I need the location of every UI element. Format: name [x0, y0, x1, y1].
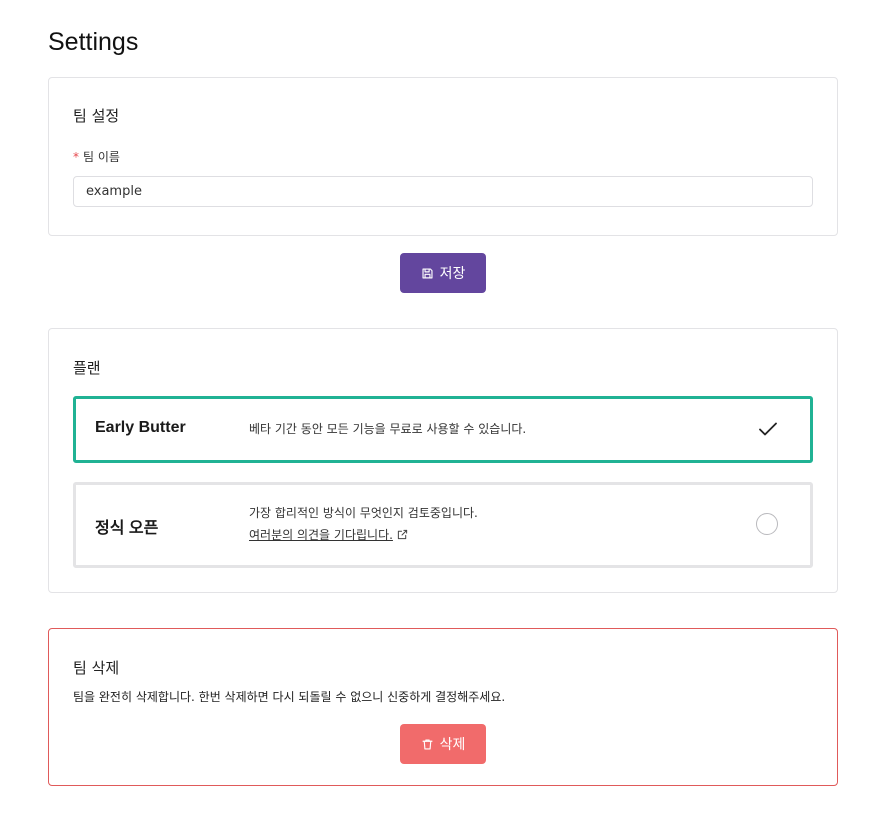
feedback-link[interactable]: 여러분의 의견을 기다립니다. [249, 524, 478, 546]
delete-button[interactable]: 삭제 [400, 724, 486, 764]
delete-team-description: 팀을 완전히 삭제합니다. 한번 삭제하면 다시 되돌릴 수 없으니 신중하게 … [73, 690, 506, 704]
team-name-label: * 팀 이름 [73, 148, 120, 165]
team-name-label-text: 팀 이름 [83, 150, 120, 164]
external-link-icon [397, 529, 408, 540]
plan-description: 베타 기간 동안 모든 기능을 무료로 사용할 수 있습니다. [249, 422, 527, 436]
check-icon [759, 422, 777, 436]
feedback-link-text[interactable]: 여러분의 의견을 기다립니다. [249, 528, 393, 542]
save-button-label: 저장 [439, 266, 466, 282]
save-button[interactable]: 저장 [400, 253, 486, 293]
plan-description-text: 가장 합리적인 방식이 무엇인지 검토중입니다. [249, 506, 478, 520]
team-name-input[interactable] [73, 176, 813, 207]
plan-title: 플랜 [73, 359, 101, 377]
plan-radio[interactable] [756, 513, 778, 535]
plan-card: 플랜 Early Butter 베타 기간 동안 모든 기능을 무료로 사용할 … [48, 328, 838, 593]
delete-team-title: 팀 삭제 [73, 659, 120, 677]
plan-name: 정식 오픈 [95, 520, 159, 537]
delete-team-card: 팀 삭제 팀을 완전히 삭제합니다. 한번 삭제하면 다시 되돌릴 수 없으니 … [48, 628, 838, 786]
page-title: Settings [48, 28, 139, 56]
plan-option-early-butter[interactable]: Early Butter 베타 기간 동안 모든 기능을 무료로 사용할 수 있… [73, 396, 813, 463]
delete-button-label: 삭제 [439, 737, 466, 753]
team-settings-card: 팀 설정 * 팀 이름 [48, 77, 838, 236]
save-icon [422, 267, 433, 279]
required-mark: * [73, 150, 79, 164]
trash-icon [422, 738, 433, 750]
plan-option-official[interactable]: 정식 오픈 가장 합리적인 방식이 무엇인지 검토중입니다. 여러분의 의견을 … [73, 482, 813, 568]
plan-name: Early Butter [95, 419, 186, 436]
plan-description: 가장 합리적인 방식이 무엇인지 검토중입니다. 여러분의 의견을 기다립니다. [249, 502, 478, 546]
team-settings-title: 팀 설정 [73, 107, 120, 125]
